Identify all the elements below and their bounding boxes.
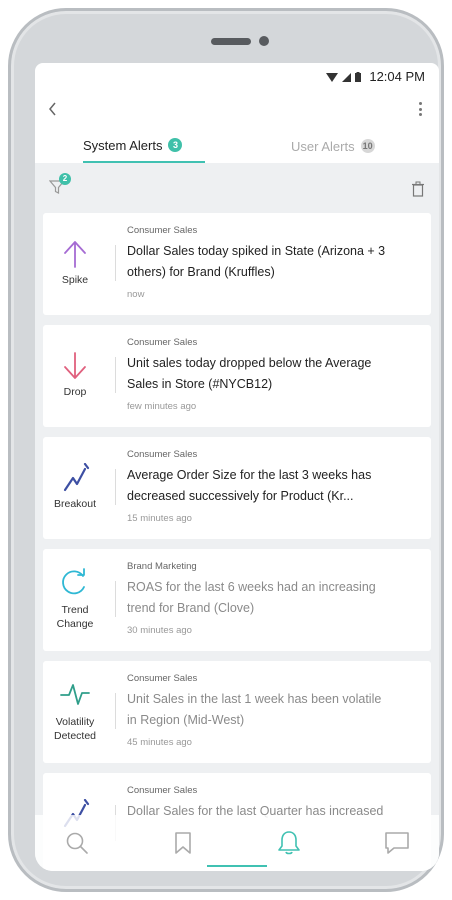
user-alerts-count-badge: 10: [360, 139, 375, 153]
phone-camera: [259, 36, 269, 46]
alert-message-line: Unit Sales in the last 1 week has been v…: [127, 692, 382, 706]
nav-messages[interactable]: [377, 823, 417, 863]
breakout-icon: [63, 463, 90, 492]
alert-message: Unit Sales in the last 1 week has been v…: [127, 689, 417, 731]
alert-message: ROAS for the last 6 weeks had an increas…: [127, 577, 417, 619]
trash-icon[interactable]: [411, 181, 425, 197]
alert-message-line: Dollar Sales today spiked in State (Ariz…: [127, 244, 386, 258]
alert-time: few minutes ago: [127, 401, 197, 412]
alert-message-line: decreased successively for Product (Kr..…: [127, 489, 354, 503]
search-icon: [66, 832, 88, 854]
alert-category: Consumer Sales: [127, 785, 198, 796]
phone-speaker: [211, 38, 251, 45]
chat-icon: [385, 832, 409, 854]
card-divider: [115, 245, 116, 281]
alert-card-trend-change[interactable]: Trend Change Brand Marketing ROAS for th…: [43, 549, 431, 651]
alert-message: Dollar Sales today spiked in State (Ariz…: [127, 241, 417, 283]
alert-type-line: Change: [56, 618, 94, 630]
alert-message-line: Unit sales today dropped below the Avera…: [127, 356, 372, 370]
card-divider: [115, 357, 116, 393]
card-divider: [115, 693, 116, 729]
app-screen: 12:04 PM System Alerts 3 User Alerts 10 …: [35, 63, 439, 871]
alert-type-label: Spike: [61, 274, 89, 286]
alert-time: 30 minutes ago: [127, 625, 192, 636]
alert-message: Average Order Size for the last 3 weeks …: [127, 465, 417, 507]
alert-card-volatility[interactable]: Volatility Detected Consumer Sales Unit …: [43, 661, 431, 763]
alert-category: Consumer Sales: [127, 337, 198, 348]
arrow-down-icon: [64, 352, 86, 379]
alert-card-drop[interactable]: Drop Consumer Sales Unit sales today dro…: [43, 325, 431, 427]
alert-card-spike[interactable]: Spike Consumer Sales Dollar Sales today …: [43, 213, 431, 315]
status-icons: [326, 72, 361, 82]
tab-system-alerts[interactable]: System Alerts 3: [83, 129, 205, 163]
alert-type-line: Trend: [61, 604, 89, 616]
nav-alerts[interactable]: [269, 823, 309, 863]
tab-user-alerts[interactable]: User Alerts 10: [291, 129, 391, 163]
filter-row: 2: [35, 163, 439, 209]
tab-user-alerts-label: User Alerts: [291, 138, 355, 154]
alert-message-line: trend for Brand (Clove): [127, 601, 255, 615]
card-divider: [115, 469, 116, 505]
alert-type-line: Volatility: [55, 716, 95, 728]
alert-message-line: ROAS for the last 6 weeks had an increas…: [127, 580, 376, 594]
alert-type-label: Volatility Detected: [43, 715, 107, 743]
status-time: 12:04 PM: [369, 69, 425, 84]
more-options-icon[interactable]: [415, 99, 425, 119]
active-nav-indicator: [207, 865, 267, 867]
alert-message: Unit sales today dropped below the Avera…: [127, 353, 417, 395]
alert-time: now: [127, 289, 145, 300]
card-divider: [115, 581, 116, 617]
filter-count-badge: 2: [59, 173, 71, 185]
alert-message-line: Sales in Store (#NYCB12): [127, 377, 273, 391]
alert-category: Consumer Sales: [127, 225, 198, 236]
nav-search[interactable]: [57, 823, 97, 863]
alert-message-line: Average Order Size for the last 3 weeks …: [127, 468, 372, 482]
alert-category: Consumer Sales: [127, 673, 198, 684]
signal-icon: [342, 72, 351, 82]
bottom-navigation: [35, 815, 439, 871]
trend-change-icon: [62, 568, 85, 595]
alert-card-breakout[interactable]: Breakout Consumer Sales Average Order Si…: [43, 437, 431, 539]
alert-category: Consumer Sales: [127, 449, 198, 460]
alert-type-label: Drop: [63, 386, 87, 398]
phone-frame: 12:04 PM System Alerts 3 User Alerts 10 …: [8, 8, 444, 892]
nav-bookmarks[interactable]: [163, 823, 203, 863]
alert-tabs: System Alerts 3 User Alerts 10: [35, 129, 439, 163]
alert-time: 45 minutes ago: [127, 737, 192, 748]
alert-time: 15 minutes ago: [127, 513, 192, 524]
system-alerts-count-badge: 3: [168, 138, 183, 152]
alert-message-line: others) for Brand (Kruffles): [127, 265, 275, 279]
bookmark-icon: [175, 832, 191, 854]
alert-type-label: Breakout: [53, 498, 97, 510]
pulse-icon: [60, 684, 90, 705]
status-bar: 12:04 PM: [35, 63, 439, 91]
battery-icon: [355, 72, 361, 82]
bell-icon: [278, 831, 300, 855]
alert-message-line: in Region (Mid-West): [127, 713, 245, 727]
alerts-list: 2 Spike Consumer Sales Dollar Sales toda…: [35, 163, 439, 871]
alert-type-line: Detected: [53, 730, 97, 742]
tab-system-alerts-label: System Alerts: [83, 137, 163, 153]
wifi-icon: [326, 72, 338, 82]
arrow-up-icon: [64, 241, 86, 268]
alert-type-label: Trend Change: [43, 603, 107, 631]
back-icon[interactable]: [45, 99, 65, 119]
alert-category: Brand Marketing: [127, 561, 197, 572]
